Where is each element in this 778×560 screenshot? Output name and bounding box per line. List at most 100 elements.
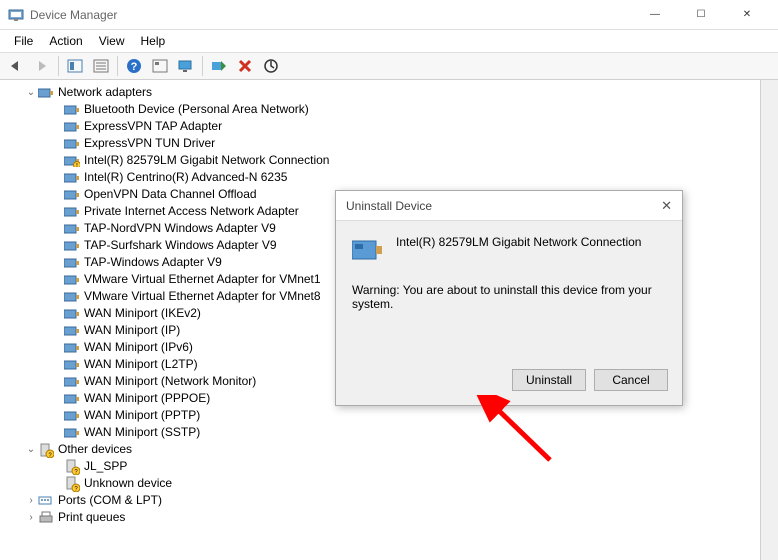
toolbar: ? [0,52,778,80]
device-label: JL_SPP [84,458,127,475]
forward-button[interactable] [30,54,54,78]
network-adapter-icon [64,170,80,186]
scrollbar-thumb[interactable] [762,98,777,168]
toolbar-separator [58,56,59,76]
device-label: WAN Miniport (IKEv2) [84,305,201,322]
device-label: ExpressVPN TUN Driver [84,135,215,152]
device-label: WAN Miniport (SSTP) [84,424,200,441]
device-tree-item[interactable]: Intel(R) Centrino(R) Advanced-N 6235 [24,169,778,186]
expand-icon[interactable]: › [24,509,38,526]
device-label: WAN Miniport (Network Monitor) [84,373,256,390]
network-adapter-icon [64,408,80,424]
network-adapter-icon [64,425,80,441]
network-adapter-icon [64,136,80,152]
other-devices-icon: ? [38,442,54,458]
device-label: OpenVPN Data Channel Offload [84,186,257,203]
menu-file[interactable]: File [6,32,41,50]
device-label: TAP-Windows Adapter V9 [84,254,222,271]
network-adapter-icon [64,238,80,254]
device-tree-item[interactable]: ExpressVPN TUN Driver [24,135,778,152]
scan-hardware-button[interactable] [207,54,231,78]
uninstall-device-dialog: Uninstall Device ✕ Intel(R) 82579LM Giga… [335,190,683,406]
unknown-device-icon: ? [64,476,80,492]
uninstall-device-button[interactable] [233,54,257,78]
device-label: WAN Miniport (IPv6) [84,339,193,356]
update-driver-button[interactable] [259,54,283,78]
dialog-device-row: Intel(R) 82579LM Gigabit Network Connect… [352,235,666,265]
category-ports[interactable]: › Ports (COM & LPT) [24,492,778,509]
device-label: TAP-NordVPN Windows Adapter V9 [84,220,276,237]
network-adapter-icon [64,340,80,356]
printer-icon [38,510,54,526]
device-label: Private Internet Access Network Adapter [84,203,299,220]
close-button[interactable]: ✕ [724,0,770,30]
collapse-icon[interactable]: ⌄ [24,84,38,101]
dialog-close-button[interactable]: ✕ [661,198,672,214]
category-label: Ports (COM & LPT) [58,492,162,509]
menu-help[interactable]: Help [133,32,174,50]
device-label: Intel(R) 82579LM Gigabit Network Connect… [84,152,329,169]
device-label: TAP-Surfshark Windows Adapter V9 [84,237,277,254]
window-title-bar: Device Manager — ☐ ✕ [0,0,778,30]
expand-icon[interactable]: › [24,492,38,509]
device-tree-item[interactable]: WAN Miniport (PPTP) [24,407,778,424]
dialog-title-bar: Uninstall Device ✕ [336,191,682,221]
device-tree-item[interactable]: Bluetooth Device (Personal Area Network) [24,101,778,118]
dialog-device-name: Intel(R) 82579LM Gigabit Network Connect… [396,235,641,249]
network-adapter-icon [38,85,54,101]
category-label: Network adapters [58,84,152,101]
unknown-device-icon: ? [64,459,80,475]
toolbar-separator [117,56,118,76]
network-adapter-icon [64,306,80,322]
network-adapter-icon [64,357,80,373]
device-label: VMware Virtual Ethernet Adapter for VMne… [84,288,321,305]
device-tree-item[interactable]: WAN Miniport (SSTP) [24,424,778,441]
category-network-adapters[interactable]: ⌄ Network adapters [24,84,778,101]
network-adapter-icon [64,255,80,271]
dialog-title: Uninstall Device [346,199,432,213]
monitor-icon-button[interactable] [174,54,198,78]
device-label: WAN Miniport (L2TP) [84,356,198,373]
device-label: Unknown device [84,475,172,492]
device-tree-item[interactable]: ExpressVPN TAP Adapter [24,118,778,135]
device-label: Bluetooth Device (Personal Area Network) [84,101,309,118]
category-other-devices[interactable]: ⌄ ? Other devices [24,441,778,458]
toolbar-separator [202,56,203,76]
device-tree-item[interactable]: ?Unknown device [24,475,778,492]
window-controls: — ☐ ✕ [632,0,770,30]
network-adapter-icon: ! [64,153,80,169]
device-tree-item[interactable]: ?JL_SPP [24,458,778,475]
network-adapter-large-icon [352,237,384,265]
device-label: WAN Miniport (PPTP) [84,407,200,424]
device-properties-button[interactable] [148,54,172,78]
category-print-queues[interactable]: › Print queues [24,509,778,526]
menu-bar: File Action View Help [0,30,778,52]
network-adapter-icon [64,187,80,203]
network-adapter-icon [64,374,80,390]
device-label: WAN Miniport (IP) [84,322,180,339]
network-adapter-icon [64,204,80,220]
cancel-button[interactable]: Cancel [594,369,668,391]
network-adapter-icon [64,391,80,407]
menu-view[interactable]: View [91,32,133,50]
network-adapter-icon [64,102,80,118]
back-button[interactable] [4,54,28,78]
network-adapter-icon [64,272,80,288]
maximize-button[interactable]: ☐ [678,0,724,30]
properties-button[interactable] [89,54,113,78]
ports-icon [38,493,54,509]
show-hide-tree-button[interactable] [63,54,87,78]
category-label: Print queues [58,509,125,526]
device-label: ExpressVPN TAP Adapter [84,118,222,135]
network-adapter-icon [64,119,80,135]
network-adapter-icon [64,289,80,305]
network-adapter-icon [64,323,80,339]
collapse-icon[interactable]: ⌄ [24,441,38,458]
svg-text:?: ? [131,61,138,73]
uninstall-button[interactable]: Uninstall [512,369,586,391]
device-tree-item[interactable]: !Intel(R) 82579LM Gigabit Network Connec… [24,152,778,169]
menu-action[interactable]: Action [41,32,90,50]
device-label: WAN Miniport (PPPOE) [84,390,210,407]
minimize-button[interactable]: — [632,0,678,30]
help-button[interactable]: ? [122,54,146,78]
